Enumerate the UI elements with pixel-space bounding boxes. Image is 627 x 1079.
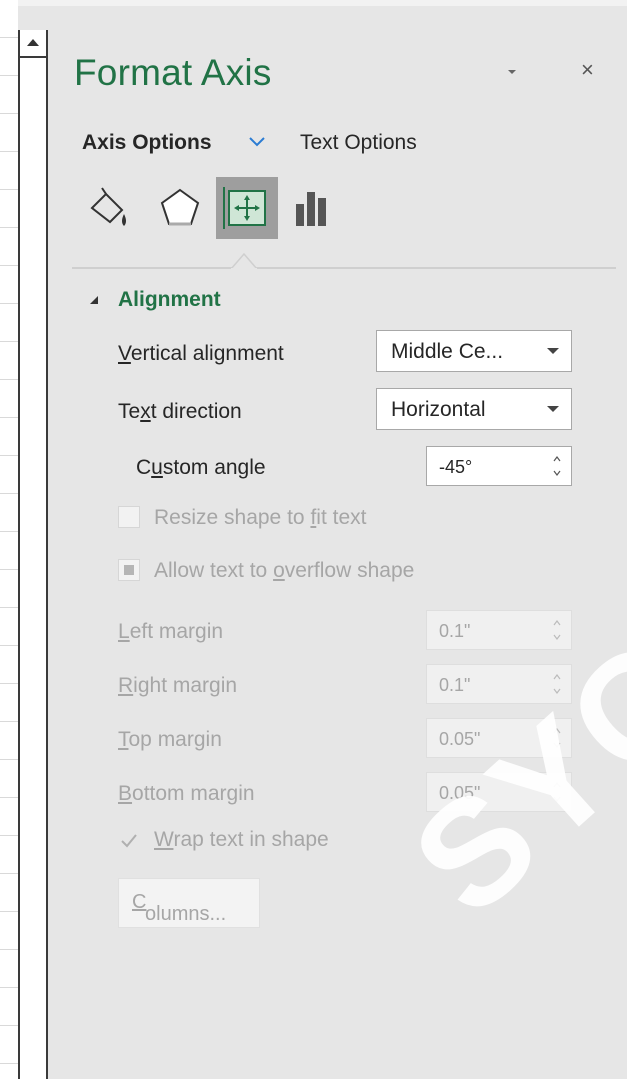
size-properties-icon[interactable]: [216, 177, 278, 239]
dropdown-arrow-icon: [547, 348, 559, 354]
format-axis-pane: Format Axis × Axis Options Text Options: [48, 30, 627, 1079]
top-border: [0, 0, 627, 6]
custom-angle-label: Custom angle: [136, 456, 266, 479]
collapse-triangle-icon[interactable]: [88, 294, 100, 306]
columns-button[interactable]: Columns...: [118, 878, 260, 928]
pane-title: Format Axis: [74, 52, 272, 93]
resize-shape-checkbox[interactable]: [118, 506, 140, 528]
worksheet-edge: [0, 0, 18, 1079]
tab-axis-options[interactable]: Axis Options: [82, 131, 212, 155]
vertical-alignment-value: Middle Ce...: [391, 340, 504, 363]
vertical-alignment-label: Vertical alignment: [118, 342, 284, 365]
wrap-text-checkmark-icon[interactable]: [118, 830, 140, 852]
resize-shape-label: Resize shape to fit text: [154, 506, 367, 529]
top-margin-label: Top margin: [118, 728, 222, 751]
spin-up-icon[interactable]: [553, 619, 561, 627]
spin-down-icon[interactable]: [553, 469, 561, 477]
dropdown-arrow-icon: [547, 406, 559, 412]
effects-icon[interactable]: [150, 178, 210, 238]
right-margin-value: 0.1": [439, 675, 471, 695]
task-pane-options-chevron-icon[interactable]: [504, 64, 520, 80]
text-direction-value: Horizontal: [391, 398, 486, 421]
left-margin-value: 0.1": [439, 621, 471, 641]
scroll-up-arrow-icon[interactable]: [20, 30, 46, 58]
chevron-down-icon[interactable]: [248, 134, 266, 148]
left-margin-label: Left margin: [118, 620, 224, 643]
axis-options-bar-chart-icon[interactable]: [284, 178, 344, 238]
alignment-section-title[interactable]: Alignment: [118, 288, 221, 312]
custom-angle-value: -45°: [439, 457, 473, 477]
tab-text-options[interactable]: Text Options: [300, 131, 417, 155]
vertical-scrollbar[interactable]: [18, 30, 48, 1079]
close-icon[interactable]: ×: [581, 58, 594, 82]
right-margin-label: Right margin: [118, 674, 238, 697]
active-icon-indicator: [231, 252, 257, 270]
vertical-alignment-select[interactable]: Middle Ce...: [376, 330, 572, 372]
indeterminate-mark-icon: [124, 565, 134, 575]
spin-down-icon[interactable]: [553, 633, 561, 641]
columns-button-label: Columns...: [132, 891, 227, 925]
fill-line-icon[interactable]: [84, 178, 144, 238]
section-divider: [72, 267, 616, 269]
wrap-text-label: Wrap text in shape: [154, 828, 329, 851]
left-margin-spinner[interactable]: 0.1": [426, 610, 572, 650]
spin-up-icon[interactable]: [553, 455, 561, 463]
allow-overflow-label: Allow text to overflow shape: [154, 559, 415, 582]
text-direction-select[interactable]: Horizontal: [376, 388, 572, 430]
custom-angle-spinner[interactable]: -45°: [426, 446, 572, 486]
allow-overflow-checkbox[interactable]: [118, 559, 140, 581]
text-direction-label: Text direction: [118, 400, 242, 423]
bottom-margin-label: Bottom margin: [118, 782, 255, 805]
